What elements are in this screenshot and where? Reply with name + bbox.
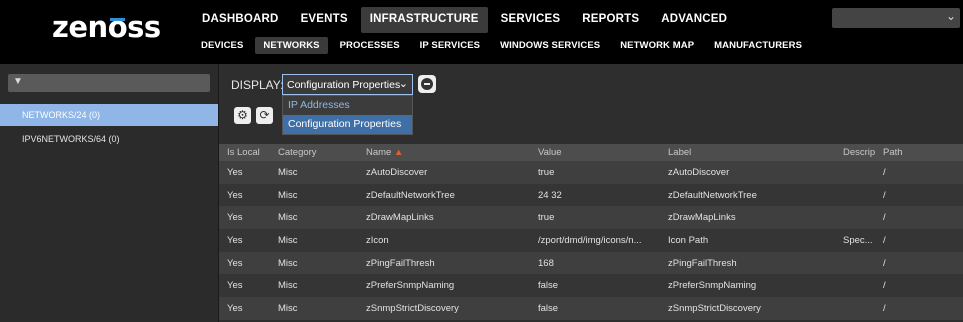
cell-path: /	[883, 280, 886, 292]
subnav-network-map[interactable]: NETWORK MAP	[612, 37, 702, 54]
table-row[interactable]: Yes Misc zPingFailThresh 168 zPingFailThresh…	[219, 251, 963, 275]
cell-label: zAutoDiscover	[668, 167, 730, 178]
cell-label: zDefaultNetworkTree	[668, 189, 757, 201]
subnav-windows-services[interactable]: WINDOWS SERVICES	[492, 37, 608, 54]
chevron-down-icon: ⌄	[945, 9, 956, 23]
table-row[interactable]: Yes Misc zPreferSnmpNaming false zPreferSnmp…	[219, 274, 963, 298]
cell-name: zPreferSnmpNaming	[366, 280, 455, 292]
top-bar: zenoss DASHBOARD EVENTS INFRASTRUCTURE S…	[0, 0, 963, 64]
cell-path: /	[883, 212, 886, 224]
display-dropdown: IP Addresses Configuration Properties	[282, 95, 413, 135]
zenoss-logo[interactable]: zenoss	[52, 10, 161, 44]
cell-category: Misc	[278, 212, 298, 224]
gear-icon: ⚙	[237, 108, 248, 122]
option-ip-addresses[interactable]: IP Addresses	[283, 96, 412, 115]
cell-name: zDrawMapLinks	[366, 212, 434, 224]
table-row[interactable]: Yes Misc zDrawMapLinks true zDrawMapLinks /	[219, 206, 963, 230]
cell-is-local: Yes	[227, 257, 243, 269]
cell-is-local: Yes	[227, 303, 243, 315]
cell-is-local: Yes	[227, 167, 243, 178]
col-value[interactable]: Value	[538, 147, 663, 158]
sub-nav: DEVICES NETWORKS PROCESSES IP SERVICES W…	[193, 37, 814, 54]
cell-label: zPingFailThresh	[668, 257, 737, 269]
cell-path: /	[883, 235, 886, 247]
table-row[interactable]: Yes Misc zSnmpStrictDiscovery false zSnmpStr…	[219, 297, 963, 320]
cell-value: 24 32	[538, 189, 562, 201]
cell-is-local: Yes	[227, 280, 243, 292]
nav-events[interactable]: EVENTS	[292, 7, 357, 33]
col-category[interactable]: Category	[278, 147, 358, 158]
cell-label: zPreferSnmpNaming	[668, 280, 757, 292]
subnav-networks[interactable]: NETWORKS	[255, 37, 328, 54]
col-description[interactable]: Descrip	[843, 147, 880, 158]
cell-category: Misc	[278, 303, 298, 315]
chevron-down-icon: ⌄	[398, 78, 408, 90]
cell-name: zPingFailThresh	[366, 257, 435, 269]
col-is-local[interactable]: Is Local	[227, 147, 272, 158]
subnav-ip-services[interactable]: IP SERVICES	[412, 37, 488, 54]
minus-circle-icon	[421, 78, 433, 90]
cell-name: zSnmpStrictDiscovery	[366, 303, 459, 315]
cell-value: false	[538, 280, 559, 292]
cell-path: /	[883, 257, 886, 269]
remove-button[interactable]	[418, 75, 436, 93]
display-select-value: Configuration Properties	[287, 79, 401, 91]
nav-reports[interactable]: REPORTS	[573, 7, 648, 33]
refresh-icon: ⟳	[259, 108, 270, 122]
cell-label: Icon Path	[668, 235, 709, 247]
cell-category: Misc	[278, 257, 298, 269]
main-panel: DISPLAY: Configuration Properties ⌄ IP A…	[219, 64, 963, 322]
display-label: DISPLAY:	[231, 78, 284, 92]
cell-name: zIcon	[366, 235, 389, 247]
cell-category: Misc	[278, 235, 298, 247]
funnel-icon: ▼	[13, 76, 23, 87]
sidebar-item-ipv6networks[interactable]: IPV6NETWORKS/64 (0)	[0, 128, 218, 150]
cell-path: /	[883, 167, 886, 178]
cell-value: 168	[538, 257, 554, 269]
subnav-processes[interactable]: PROCESSES	[332, 37, 408, 54]
display-select[interactable]: Configuration Properties ⌄	[282, 74, 413, 95]
cell-name: zAutoDiscover	[366, 167, 428, 178]
subnav-devices[interactable]: DEVICES	[193, 37, 251, 54]
grid-header: Is Local Category Name ▲ Value Label Des…	[219, 144, 963, 161]
cell-value: /zport/dmd/img/icons/n...	[538, 235, 642, 247]
cell-value: true	[538, 167, 555, 178]
cell-category: Misc	[278, 189, 298, 201]
cell-label: zDrawMapLinks	[668, 212, 736, 224]
settings-button[interactable]: ⚙	[234, 107, 251, 124]
refresh-button[interactable]: ⟳	[256, 107, 273, 124]
cell-path: /	[883, 303, 886, 315]
cell-value: true	[538, 212, 555, 224]
main-nav: DASHBOARD EVENTS INFRASTRUCTURE SERVICES…	[193, 7, 740, 33]
table-row[interactable]: Yes Misc zDefaultNetworkTree 24 32 zDefaultN…	[219, 183, 963, 207]
cell-category: Misc	[278, 280, 298, 292]
col-label[interactable]: Label	[668, 147, 838, 158]
nav-dashboard[interactable]: DASHBOARD	[193, 7, 288, 33]
cell-value: false	[538, 303, 559, 315]
nav-infrastructure[interactable]: INFRASTRUCTURE	[360, 7, 488, 33]
cell-is-local: Yes	[227, 212, 243, 224]
option-configuration-properties[interactable]: Configuration Properties	[283, 115, 412, 134]
cell-category: Misc	[278, 167, 298, 178]
sort-asc-icon: ▲	[393, 147, 404, 158]
config-properties-grid: Is Local Category Name ▲ Value Label Des…	[219, 144, 963, 320]
nav-advanced[interactable]: ADVANCED	[652, 7, 736, 33]
cell-description: Spec...	[843, 235, 873, 247]
cell-label: zSnmpStrictDiscovery	[668, 303, 761, 315]
filter-input[interactable]: ▼	[8, 74, 210, 92]
cell-is-local: Yes	[227, 235, 243, 247]
table-row[interactable]: Yes Misc zAutoDiscover true zAutoDiscover /	[219, 161, 963, 184]
table-row[interactable]: Yes Misc zIcon/zport/dmd/img/icons/n... Ico…	[219, 229, 963, 252]
col-name[interactable]: Name ▲	[366, 147, 536, 158]
sidebar: ▼ NETWORKS/24 (0) IPV6NETWORKS/64 (0)	[0, 64, 218, 322]
subnav-manufacturers[interactable]: MANUFACTURERS	[706, 37, 810, 54]
cell-path: /	[883, 189, 886, 201]
grid-body: Yes Misc zAutoDiscover true zAutoDiscover / Y…	[219, 161, 963, 320]
cell-is-local: Yes	[227, 189, 243, 201]
sidebar-item-networks[interactable]: NETWORKS/24 (0)	[0, 104, 218, 126]
col-path[interactable]: Path	[883, 147, 923, 158]
nav-services[interactable]: SERVICES	[492, 7, 570, 33]
cell-name: zDefaultNetworkTree	[366, 189, 455, 201]
user-menu-select[interactable]: ⌄	[832, 8, 960, 28]
